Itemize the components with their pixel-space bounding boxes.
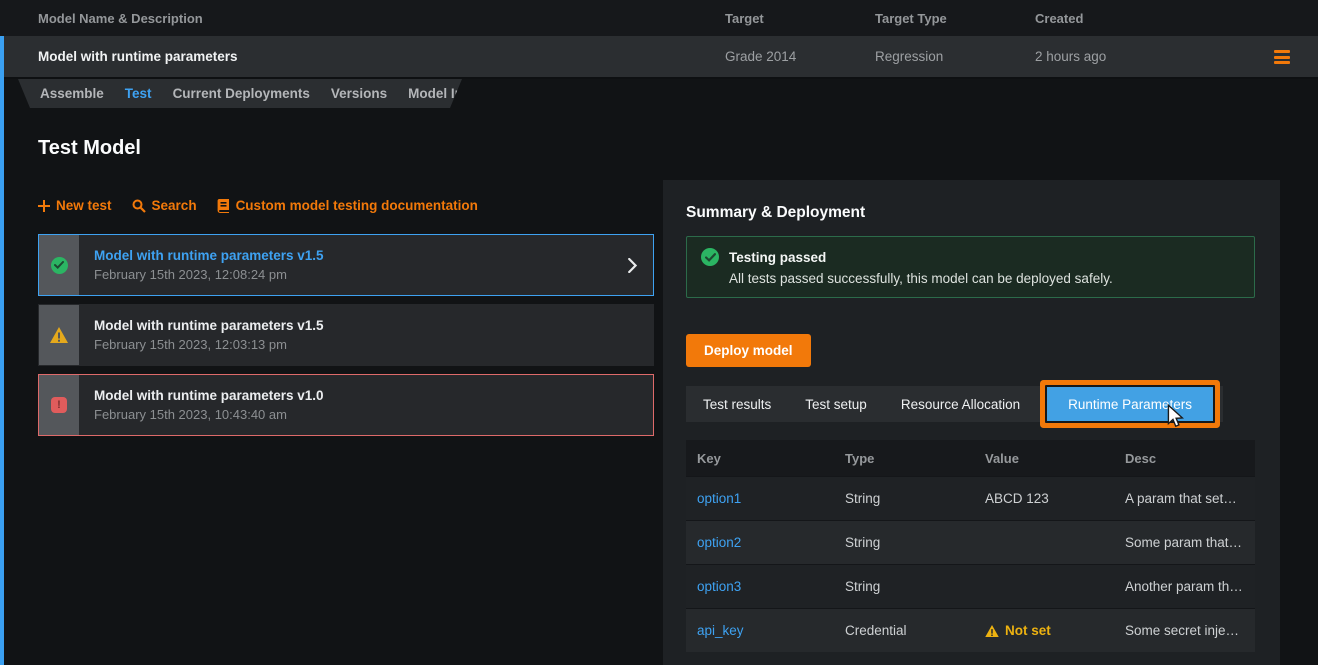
param-desc: Another param th…	[1114, 579, 1255, 594]
success-icon	[51, 257, 68, 274]
page-title: Test Model	[38, 137, 141, 160]
summary-deployment-panel: Summary & Deployment Testing passed All …	[663, 180, 1280, 665]
model-name: Model with runtime parameters	[0, 49, 725, 64]
panel-title: Summary & Deployment	[686, 204, 1255, 222]
param-key-link[interactable]: api_key	[686, 623, 834, 638]
table-header-row: Key Type Value Desc	[686, 440, 1255, 476]
banner-title: Testing passed	[729, 250, 826, 265]
test-list-item[interactable]: Model with runtime parameters v1.5 Febru…	[38, 304, 654, 366]
new-test-button[interactable]: New test	[38, 198, 112, 213]
test-title: Model with runtime parameters v1.5	[94, 248, 324, 263]
custom-model-testing-docs-link[interactable]: Custom model testing documentation	[217, 198, 478, 213]
tab-resource-allocation[interactable]: Resource Allocation	[884, 386, 1037, 422]
tab-assemble[interactable]: Assemble	[40, 86, 104, 101]
tab-current-deployments[interactable]: Current Deployments	[173, 86, 310, 101]
param-type: Credential	[834, 623, 974, 638]
param-key-link[interactable]: option2	[686, 535, 834, 550]
tab-test-setup[interactable]: Test setup	[788, 386, 884, 422]
model-target: Grade 2014	[725, 49, 875, 64]
test-list-item[interactable]: ! Model with runtime parameters v1.0 Feb…	[38, 374, 654, 436]
param-desc: A param that set…	[1114, 491, 1255, 506]
hamburger-menu-icon[interactable]	[1274, 50, 1290, 64]
book-icon	[217, 199, 230, 213]
param-key-link[interactable]: option1	[686, 491, 834, 506]
chevron-right-icon	[628, 258, 637, 273]
column-created: Created	[1035, 11, 1318, 26]
col-type: Type	[834, 451, 974, 466]
col-key: Key	[686, 451, 834, 466]
test-date: February 15th 2023, 12:08:24 pm	[94, 267, 324, 282]
test-list-item[interactable]: Model with runtime parameters v1.5 Febru…	[38, 234, 654, 296]
banner-message: All tests passed successfully, this mode…	[729, 271, 1240, 286]
model-table-header: Model Name & Description Target Target T…	[0, 0, 1318, 36]
col-desc: Desc	[1114, 451, 1255, 466]
param-type: String	[834, 579, 974, 594]
tab-runtime-parameters[interactable]: Runtime Parameters	[1045, 385, 1215, 423]
table-row: api_key Credential Not set Some secret i…	[686, 608, 1255, 652]
column-target-type: Target Type	[875, 11, 1035, 26]
tab-test[interactable]: Test	[125, 86, 152, 101]
model-target-type: Regression	[875, 49, 1035, 64]
check-circle-icon	[701, 248, 719, 266]
col-value: Value	[974, 451, 1114, 466]
test-date: February 15th 2023, 10:43:40 am	[94, 407, 324, 422]
table-row: option1 String ABCD 123 A param that set…	[686, 476, 1255, 520]
deploy-model-button[interactable]: Deploy model	[686, 334, 811, 367]
param-type: String	[834, 491, 974, 506]
warning-triangle-icon	[985, 625, 999, 637]
page: Model Name & Description Target Target T…	[0, 0, 1318, 665]
table-row: option3 String Another param th…	[686, 564, 1255, 608]
value-not-set-warning: Not set	[985, 623, 1114, 638]
testing-passed-banner: Testing passed All tests passed successf…	[686, 236, 1255, 298]
test-title: Model with runtime parameters v1.5	[94, 318, 324, 333]
model-tabs: Assemble Test Current Deployments Versio…	[18, 79, 462, 108]
search-button[interactable]: Search	[132, 198, 197, 213]
test-date: February 15th 2023, 12:03:13 pm	[94, 337, 324, 352]
search-icon	[132, 199, 146, 213]
param-type: String	[834, 535, 974, 550]
param-value: ABCD 123	[974, 491, 1114, 506]
tab-test-results[interactable]: Test results	[686, 386, 788, 422]
result-tabs: Test results Test setup Resource Allocat…	[686, 386, 1223, 422]
tab-versions[interactable]: Versions	[331, 86, 387, 101]
param-desc: Some param that…	[1114, 535, 1255, 550]
plus-icon	[38, 200, 50, 212]
model-row[interactable]: Model with runtime parameters Grade 2014…	[0, 36, 1318, 79]
table-row: option2 String Some param that…	[686, 520, 1255, 564]
tab-model-info[interactable]: Model Info	[408, 86, 476, 101]
error-icon: !	[51, 397, 67, 413]
column-target: Target	[725, 11, 875, 26]
param-key-link[interactable]: option3	[686, 579, 834, 594]
runtime-parameters-table: Key Type Value Desc option1 String ABCD …	[686, 440, 1255, 652]
test-list: Model with runtime parameters v1.5 Febru…	[38, 234, 654, 444]
test-title: Model with runtime parameters v1.0	[94, 388, 324, 403]
selection-stripe	[0, 36, 4, 665]
test-toolbar: New test Search Custom model testing doc…	[38, 198, 478, 213]
column-model-name: Model Name & Description	[0, 11, 725, 26]
warning-icon	[50, 327, 68, 343]
param-desc: Some secret inje…	[1114, 623, 1255, 638]
